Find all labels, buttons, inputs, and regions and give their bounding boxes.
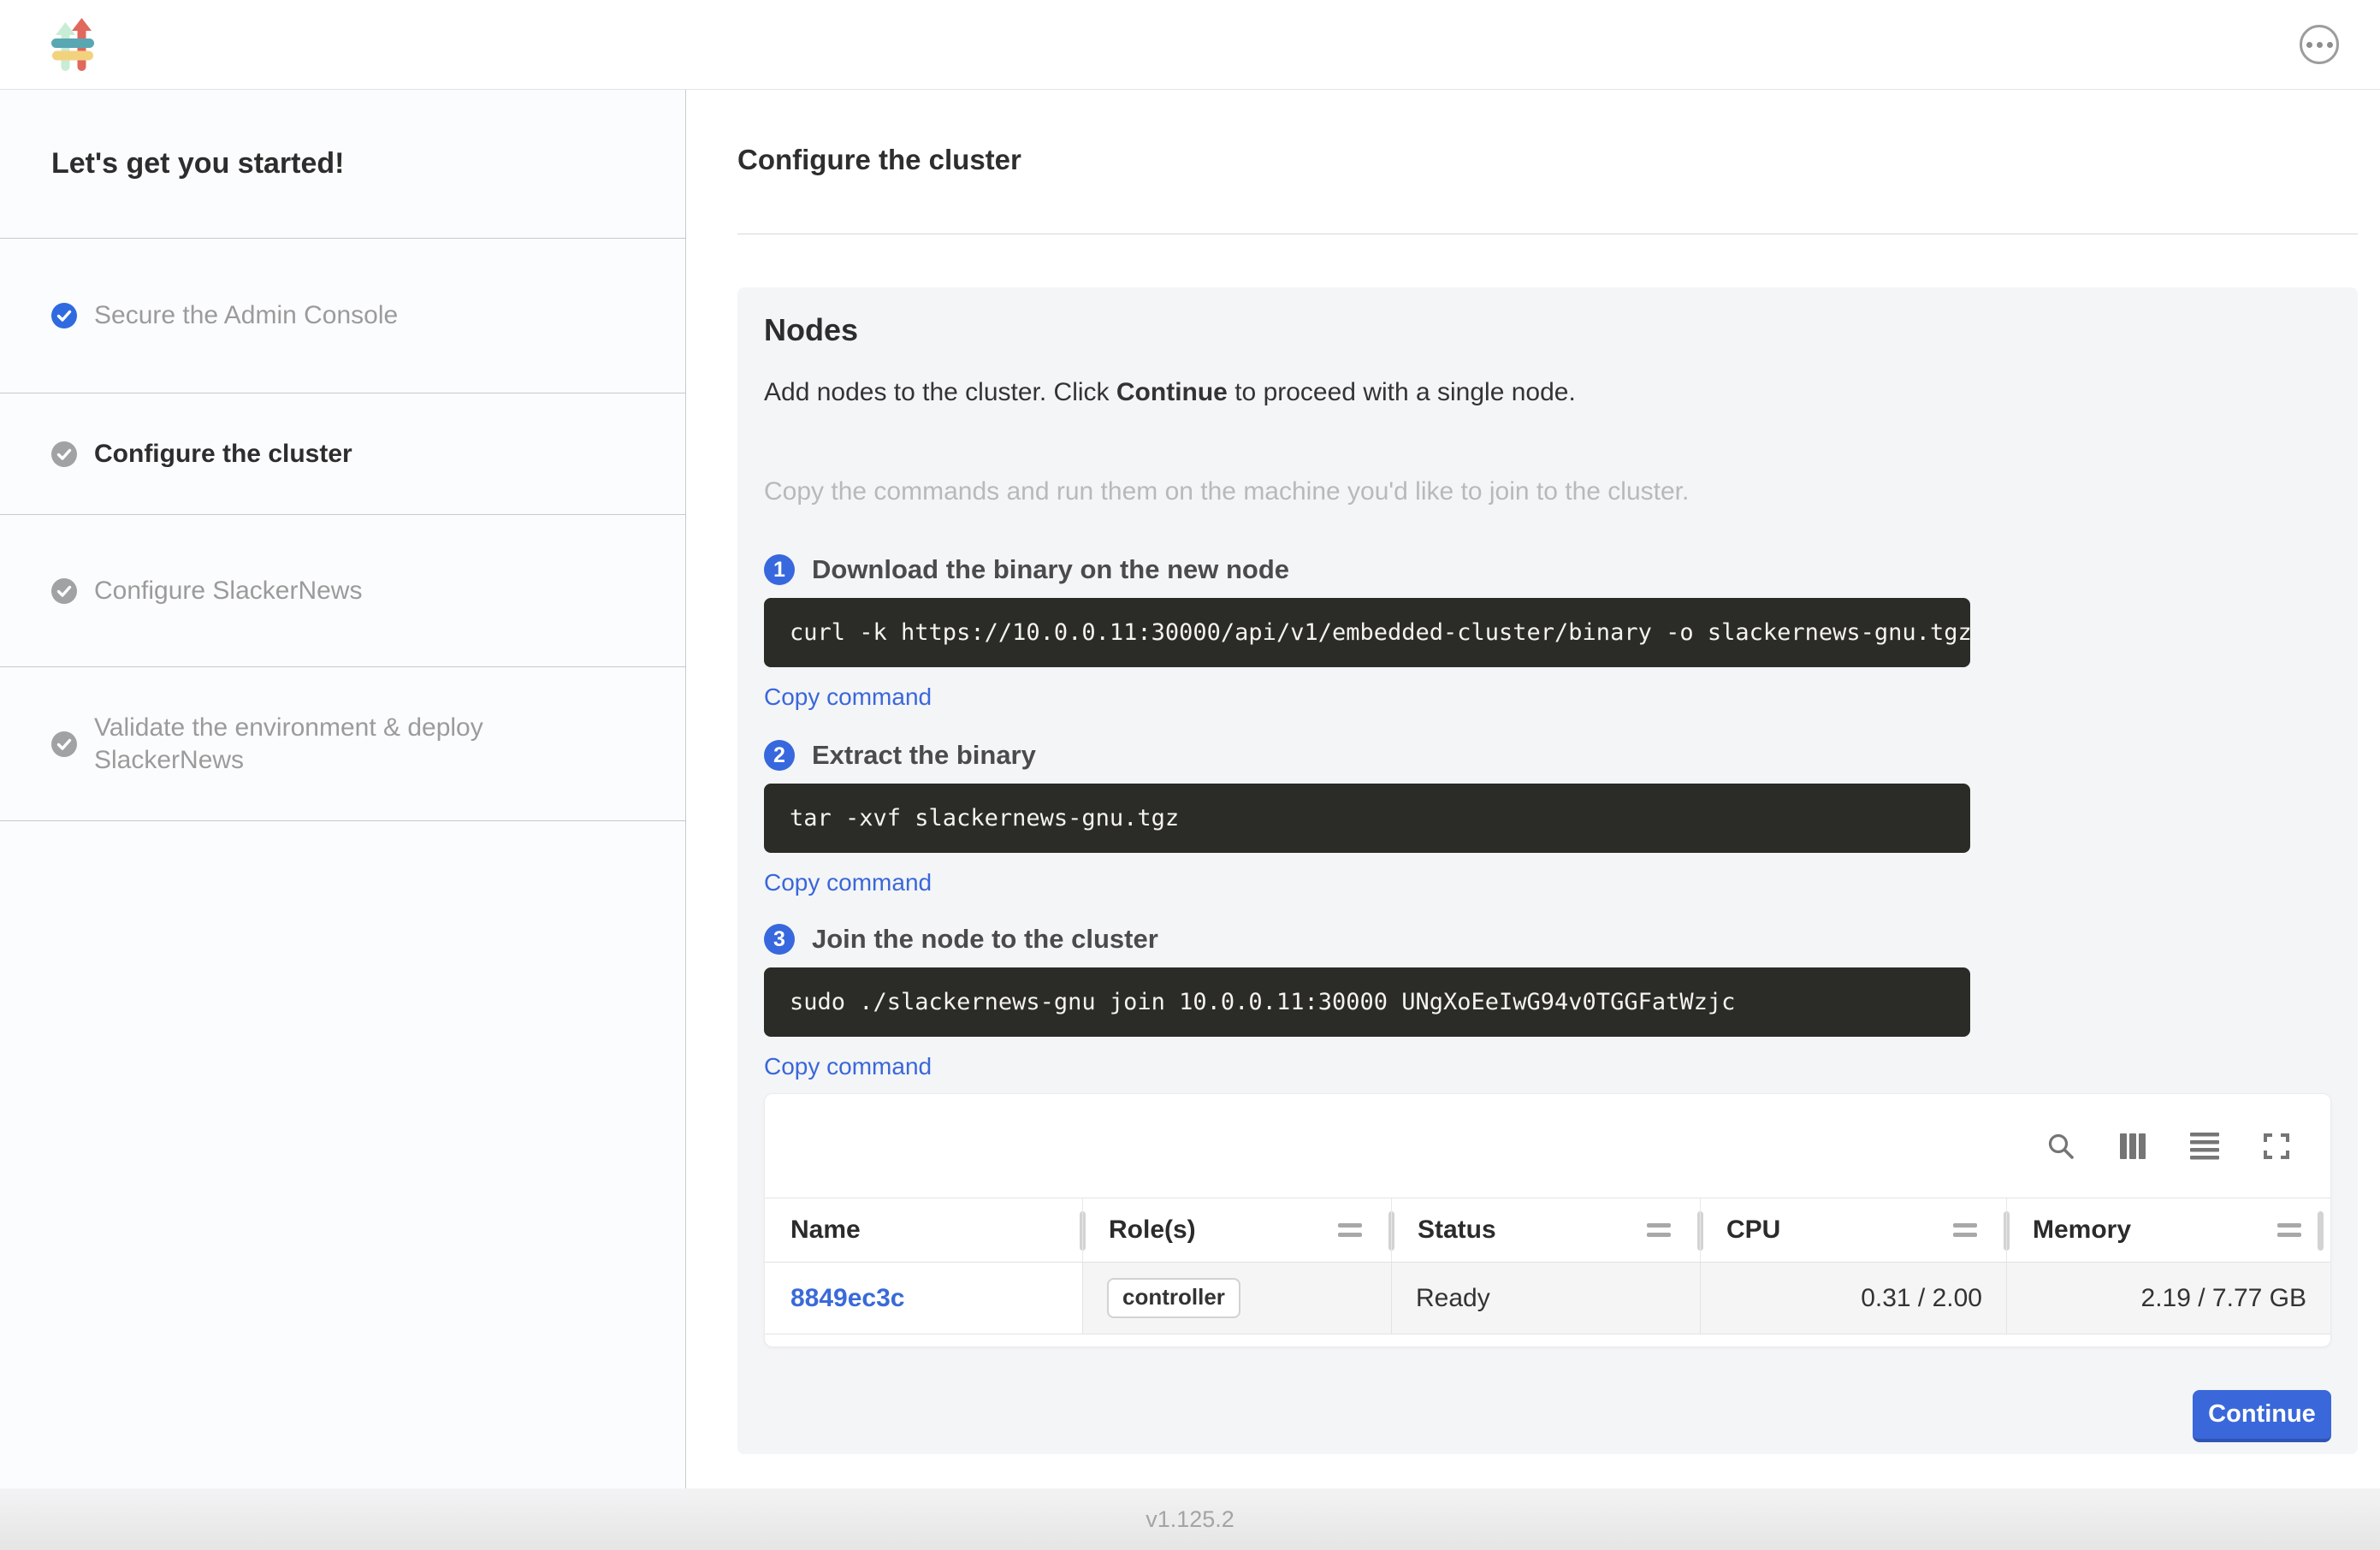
step-1-header: 1 Download the binary on the new node xyxy=(764,554,2331,585)
step-2-header: 2 Extract the binary xyxy=(764,740,2331,771)
column-header-status[interactable]: Status xyxy=(1391,1198,1700,1262)
column-menu-icon[interactable] xyxy=(1953,1223,1977,1237)
step-3-copy-command-link[interactable]: Copy command xyxy=(764,1053,932,1080)
table-toolbar xyxy=(765,1094,2330,1198)
cpu-value: 0.31 / 2.00 xyxy=(1861,1284,1982,1313)
sidebar-item-label: Validate the environment & deploy Slacke… xyxy=(94,712,539,776)
column-menu-icon[interactable] xyxy=(1338,1223,1362,1237)
step-1-command-box: curl -k https://10.0.0.11:30000/api/v1/e… xyxy=(764,598,1970,667)
setup-steps-sidebar: Let's get you started! Secure the Admin … xyxy=(0,90,686,1488)
column-label: Memory xyxy=(2033,1216,2131,1245)
footer: v1.125.2 xyxy=(0,1488,2380,1550)
nodes-card: Nodes Add nodes to the cluster. Click Co… xyxy=(737,287,2358,1454)
step-3-command-text: sudo ./slackernews-gnu join 10.0.0.11:30… xyxy=(790,989,1735,1015)
sidebar-item-label: Secure the Admin Console xyxy=(94,299,398,332)
sidebar-item-configure-slackernews[interactable]: Configure SlackerNews xyxy=(0,515,685,667)
slackernews-logo-icon xyxy=(51,18,94,73)
step-1-copy-command-link[interactable]: Copy command xyxy=(764,683,932,711)
sidebar-header: Let's get you started! xyxy=(0,90,685,239)
nodes-heading: Nodes xyxy=(764,311,2331,349)
column-header-cpu[interactable]: CPU xyxy=(1700,1198,2006,1262)
step-3-header: 3 Join the node to the cluster xyxy=(764,924,2331,955)
card-actions: Continue xyxy=(764,1390,2331,1442)
step-2-copy-command-link[interactable]: Copy command xyxy=(764,869,932,896)
cell-memory: 2.19 / 7.77 GB xyxy=(2006,1263,2330,1334)
column-label: Role(s) xyxy=(1109,1216,1196,1245)
column-menu-icon[interactable] xyxy=(1647,1223,1671,1237)
step-1-command-text: curl -k https://10.0.0.11:30000/api/v1/e… xyxy=(790,619,1972,646)
intro-continue-emphasis: Continue xyxy=(1116,378,1228,406)
check-circle-icon-pending xyxy=(51,441,77,467)
step-2-title: Extract the binary xyxy=(812,740,1036,771)
table-header-row: Name Role(s) Status CPU xyxy=(765,1198,2330,1263)
step-3-badge: 3 xyxy=(764,924,795,955)
copy-commands-instruction: Copy the commands and run them on the ma… xyxy=(764,476,2331,508)
step-2-command-text: tar -xvf slackernews-gnu.tgz xyxy=(790,805,1179,831)
density-icon[interactable] xyxy=(2190,1133,2219,1160)
ellipsis-icon xyxy=(2306,42,2312,48)
step-1-badge: 1 xyxy=(764,554,795,585)
step-2-badge: 2 xyxy=(764,740,795,771)
continue-button[interactable]: Continue xyxy=(2193,1390,2331,1442)
step-2-command-box: tar -xvf slackernews-gnu.tgz xyxy=(764,784,1970,853)
memory-value: 2.19 / 7.77 GB xyxy=(2141,1284,2306,1313)
column-menu-icon[interactable] xyxy=(2277,1223,2301,1237)
step-3-command-box: sudo ./slackernews-gnu join 10.0.0.11:30… xyxy=(764,967,1970,1037)
nodes-table: Name Role(s) Status CPU xyxy=(764,1093,2331,1347)
cell-cpu: 0.31 / 2.00 xyxy=(1700,1263,2006,1334)
column-label: Name xyxy=(790,1216,861,1245)
column-header-name[interactable]: Name xyxy=(765,1198,1082,1262)
table-row: 8849ec3c controller Ready 0.31 / 2.00 2.… xyxy=(765,1263,2330,1334)
sidebar-title: Let's get you started! xyxy=(51,147,344,180)
version-label: v1.125.2 xyxy=(1146,1506,1234,1533)
column-header-roles[interactable]: Role(s) xyxy=(1082,1198,1391,1262)
column-label: Status xyxy=(1418,1216,1496,1245)
more-menu-button[interactable] xyxy=(2300,25,2339,64)
node-name-link[interactable]: 8849ec3c xyxy=(790,1284,904,1313)
step-1-title: Download the binary on the new node xyxy=(812,554,1289,585)
fullscreen-icon[interactable] xyxy=(2264,1133,2289,1159)
cell-name: 8849ec3c xyxy=(765,1263,1082,1334)
top-bar xyxy=(0,0,2380,90)
sidebar-item-configure-cluster[interactable]: Configure the cluster xyxy=(0,393,685,515)
column-label: CPU xyxy=(1726,1216,1780,1245)
column-resize-handle[interactable] xyxy=(2318,1211,2324,1251)
page-title: Configure the cluster xyxy=(737,143,2380,177)
sidebar-item-label: Configure SlackerNews xyxy=(94,575,362,607)
column-header-memory[interactable]: Memory xyxy=(2006,1198,2330,1262)
step-3-title: Join the node to the cluster xyxy=(812,924,1158,955)
columns-icon[interactable] xyxy=(2120,1133,2146,1159)
intro-text: Add nodes to the cluster. Click xyxy=(764,378,1116,406)
intro-text: to proceed with a single node. xyxy=(1228,378,1576,406)
cell-roles: controller xyxy=(1082,1263,1391,1334)
nodes-intro: Add nodes to the cluster. Click Continue… xyxy=(764,376,2331,409)
search-icon[interactable] xyxy=(2046,1132,2075,1161)
sidebar-item-validate-deploy[interactable]: Validate the environment & deploy Slacke… xyxy=(0,667,685,821)
check-circle-icon-pending xyxy=(51,731,77,757)
main-content: Configure the cluster Nodes Add nodes to… xyxy=(687,90,2380,1488)
sidebar-item-secure-admin-console[interactable]: Secure the Admin Console xyxy=(0,239,685,393)
status-text: Ready xyxy=(1416,1284,1490,1313)
role-chip: controller xyxy=(1107,1278,1240,1318)
check-circle-icon-complete xyxy=(51,303,77,328)
check-circle-icon-pending xyxy=(51,578,77,604)
sidebar-item-label: Configure the cluster xyxy=(94,438,352,470)
cell-status: Ready xyxy=(1391,1263,1700,1334)
